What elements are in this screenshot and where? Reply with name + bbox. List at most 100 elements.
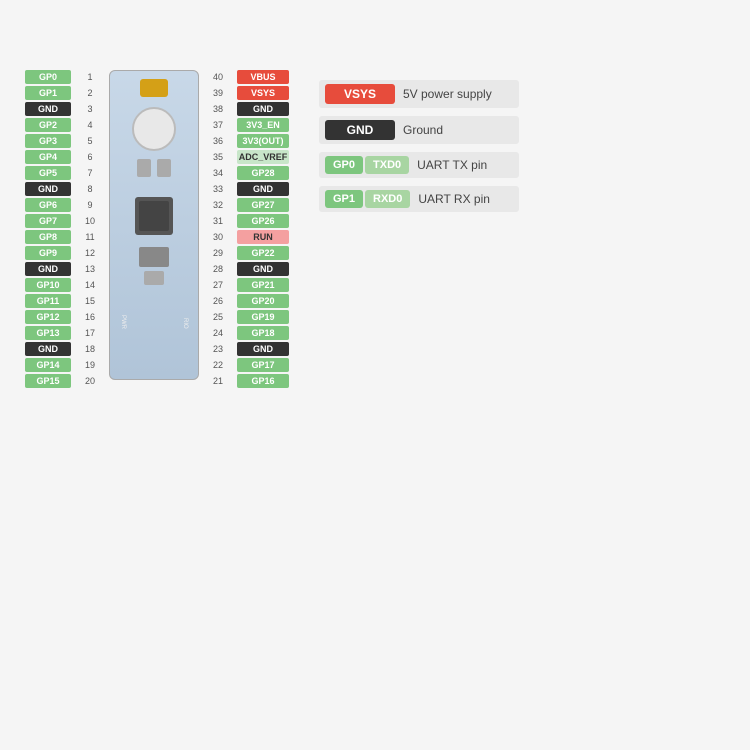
left-num-17: 17 xyxy=(81,326,99,340)
right-pin-17: GP18 xyxy=(237,326,289,340)
left-num-12: 12 xyxy=(81,246,99,260)
right-num-29: 29 xyxy=(209,246,227,260)
right-pin-10: GP26 xyxy=(237,214,289,228)
legend-badge1-2: GP0 xyxy=(325,156,363,174)
right-num-25: 25 xyxy=(209,310,227,324)
left-pins-col: GP0GP1GNDGP2GP3GP4GP5GNDGP6GP7GP8GP9GNDG… xyxy=(25,70,71,389)
right-num-31: 31 xyxy=(209,214,227,228)
right-pin-3: GND xyxy=(237,102,289,116)
left-num-2: 2 xyxy=(81,86,99,100)
legend-desc-1: Ground xyxy=(403,123,443,137)
left-numbers-col: 1234567891011121314151617181920 xyxy=(81,70,99,389)
right-num-28: 28 xyxy=(209,262,227,276)
left-pin-18: GND xyxy=(25,342,71,356)
board-image: PWR RIO xyxy=(109,70,199,380)
board-chip xyxy=(135,197,173,235)
left-num-4: 4 xyxy=(81,118,99,132)
legend-desc-2: UART TX pin xyxy=(417,158,487,172)
left-num-16: 16 xyxy=(81,310,99,324)
left-pin-13: GND xyxy=(25,262,71,276)
left-num-18: 18 xyxy=(81,342,99,356)
legend-badge2-3: RXD0 xyxy=(365,190,410,208)
right-num-36: 36 xyxy=(209,134,227,148)
right-pin-2: VSYS xyxy=(237,86,289,100)
left-pin-8: GND xyxy=(25,182,71,196)
board-conn-left xyxy=(137,159,151,177)
board-usb xyxy=(140,79,168,97)
right-num-27: 27 xyxy=(209,278,227,292)
legend-badge-1: GND xyxy=(325,120,395,140)
legend-badge-pair-3: GP1RXD0 xyxy=(325,190,410,208)
board-antenna xyxy=(144,271,164,285)
right-pin-4: 3V3_EN xyxy=(237,118,289,132)
board-connectors xyxy=(137,159,171,177)
left-num-13: 13 xyxy=(81,262,99,276)
board-conn-right xyxy=(157,159,171,177)
right-num-23: 23 xyxy=(209,342,227,356)
right-pin-8: GND xyxy=(237,182,289,196)
left-pin-5: GP3 xyxy=(25,134,71,148)
right-pin-5: 3V3(OUT) xyxy=(237,134,289,148)
right-pin-12: GP22 xyxy=(237,246,289,260)
legend-badge2-2: TXD0 xyxy=(365,156,409,174)
left-num-15: 15 xyxy=(81,294,99,308)
legend-area: VSYS5V power supply GND Ground GP0TXD0 UART … xyxy=(319,80,519,212)
left-pin-6: GP4 xyxy=(25,150,71,164)
left-num-1: 1 xyxy=(81,70,99,84)
right-pin-11: RUN xyxy=(237,230,289,244)
right-num-37: 37 xyxy=(209,118,227,132)
legend-badge1-3: GP1 xyxy=(325,190,363,208)
left-num-8: 8 xyxy=(81,182,99,196)
right-pin-20: GP16 xyxy=(237,374,289,388)
legend-badge-pair-2: GP0TXD0 xyxy=(325,156,409,174)
right-num-30: 30 xyxy=(209,230,227,244)
right-pin-18: GND xyxy=(237,342,289,356)
right-pin-7: GP28 xyxy=(237,166,289,180)
left-num-14: 14 xyxy=(81,278,99,292)
legend-row-3: GP1RXD0 UART RX pin xyxy=(319,186,519,212)
left-pin-17: GP13 xyxy=(25,326,71,340)
left-num-9: 9 xyxy=(81,198,99,212)
right-num-38: 38 xyxy=(209,102,227,116)
left-num-10: 10 xyxy=(81,214,99,228)
right-num-39: 39 xyxy=(209,86,227,100)
left-pin-20: GP15 xyxy=(25,374,71,388)
legend-desc-3: UART RX pin xyxy=(418,192,490,206)
right-pin-14: GP21 xyxy=(237,278,289,292)
left-pin-2: GP1 xyxy=(25,86,71,100)
left-pin-11: GP8 xyxy=(25,230,71,244)
left-num-19: 19 xyxy=(81,358,99,372)
right-pin-6: ADC_VREF xyxy=(237,150,289,164)
left-num-7: 7 xyxy=(81,166,99,180)
left-pin-19: GP14 xyxy=(25,358,71,372)
left-pin-9: GP6 xyxy=(25,198,71,212)
left-pin-15: GP11 xyxy=(25,294,71,308)
left-num-3: 3 xyxy=(81,102,99,116)
right-num-26: 26 xyxy=(209,294,227,308)
board-text-pwr: PWR xyxy=(120,315,126,329)
right-pin-13: GND xyxy=(237,262,289,276)
left-pin-3: GND xyxy=(25,102,71,116)
board-battery xyxy=(132,107,176,151)
left-pin-12: GP9 xyxy=(25,246,71,260)
left-pin-7: GP5 xyxy=(25,166,71,180)
right-pin-16: GP19 xyxy=(237,310,289,324)
left-pin-16: GP12 xyxy=(25,310,71,324)
right-num-21: 21 xyxy=(209,374,227,388)
left-num-20: 20 xyxy=(81,374,99,388)
right-num-34: 34 xyxy=(209,166,227,180)
right-pin-15: GP20 xyxy=(237,294,289,308)
right-pins-col: VBUSVSYSGND3V3_EN3V3(OUT)ADC_VREFGP28GND… xyxy=(237,70,289,389)
right-num-35: 35 xyxy=(209,150,227,164)
left-pin-14: GP10 xyxy=(25,278,71,292)
right-num-22: 22 xyxy=(209,358,227,372)
legend-row-2: GP0TXD0 UART TX pin xyxy=(319,152,519,178)
right-num-24: 24 xyxy=(209,326,227,340)
main-content: GP0GP1GNDGP2GP3GP4GP5GNDGP6GP7GP8GP9GNDG… xyxy=(25,70,725,389)
right-numbers-col: 4039383736353433323130292827262524232221 xyxy=(209,70,227,389)
left-pin-10: GP7 xyxy=(25,214,71,228)
board-text-rio: RIO xyxy=(182,318,188,329)
right-pin-19: GP17 xyxy=(237,358,289,372)
left-num-11: 11 xyxy=(81,230,99,244)
legend-row-0: VSYS5V power supply xyxy=(319,80,519,108)
